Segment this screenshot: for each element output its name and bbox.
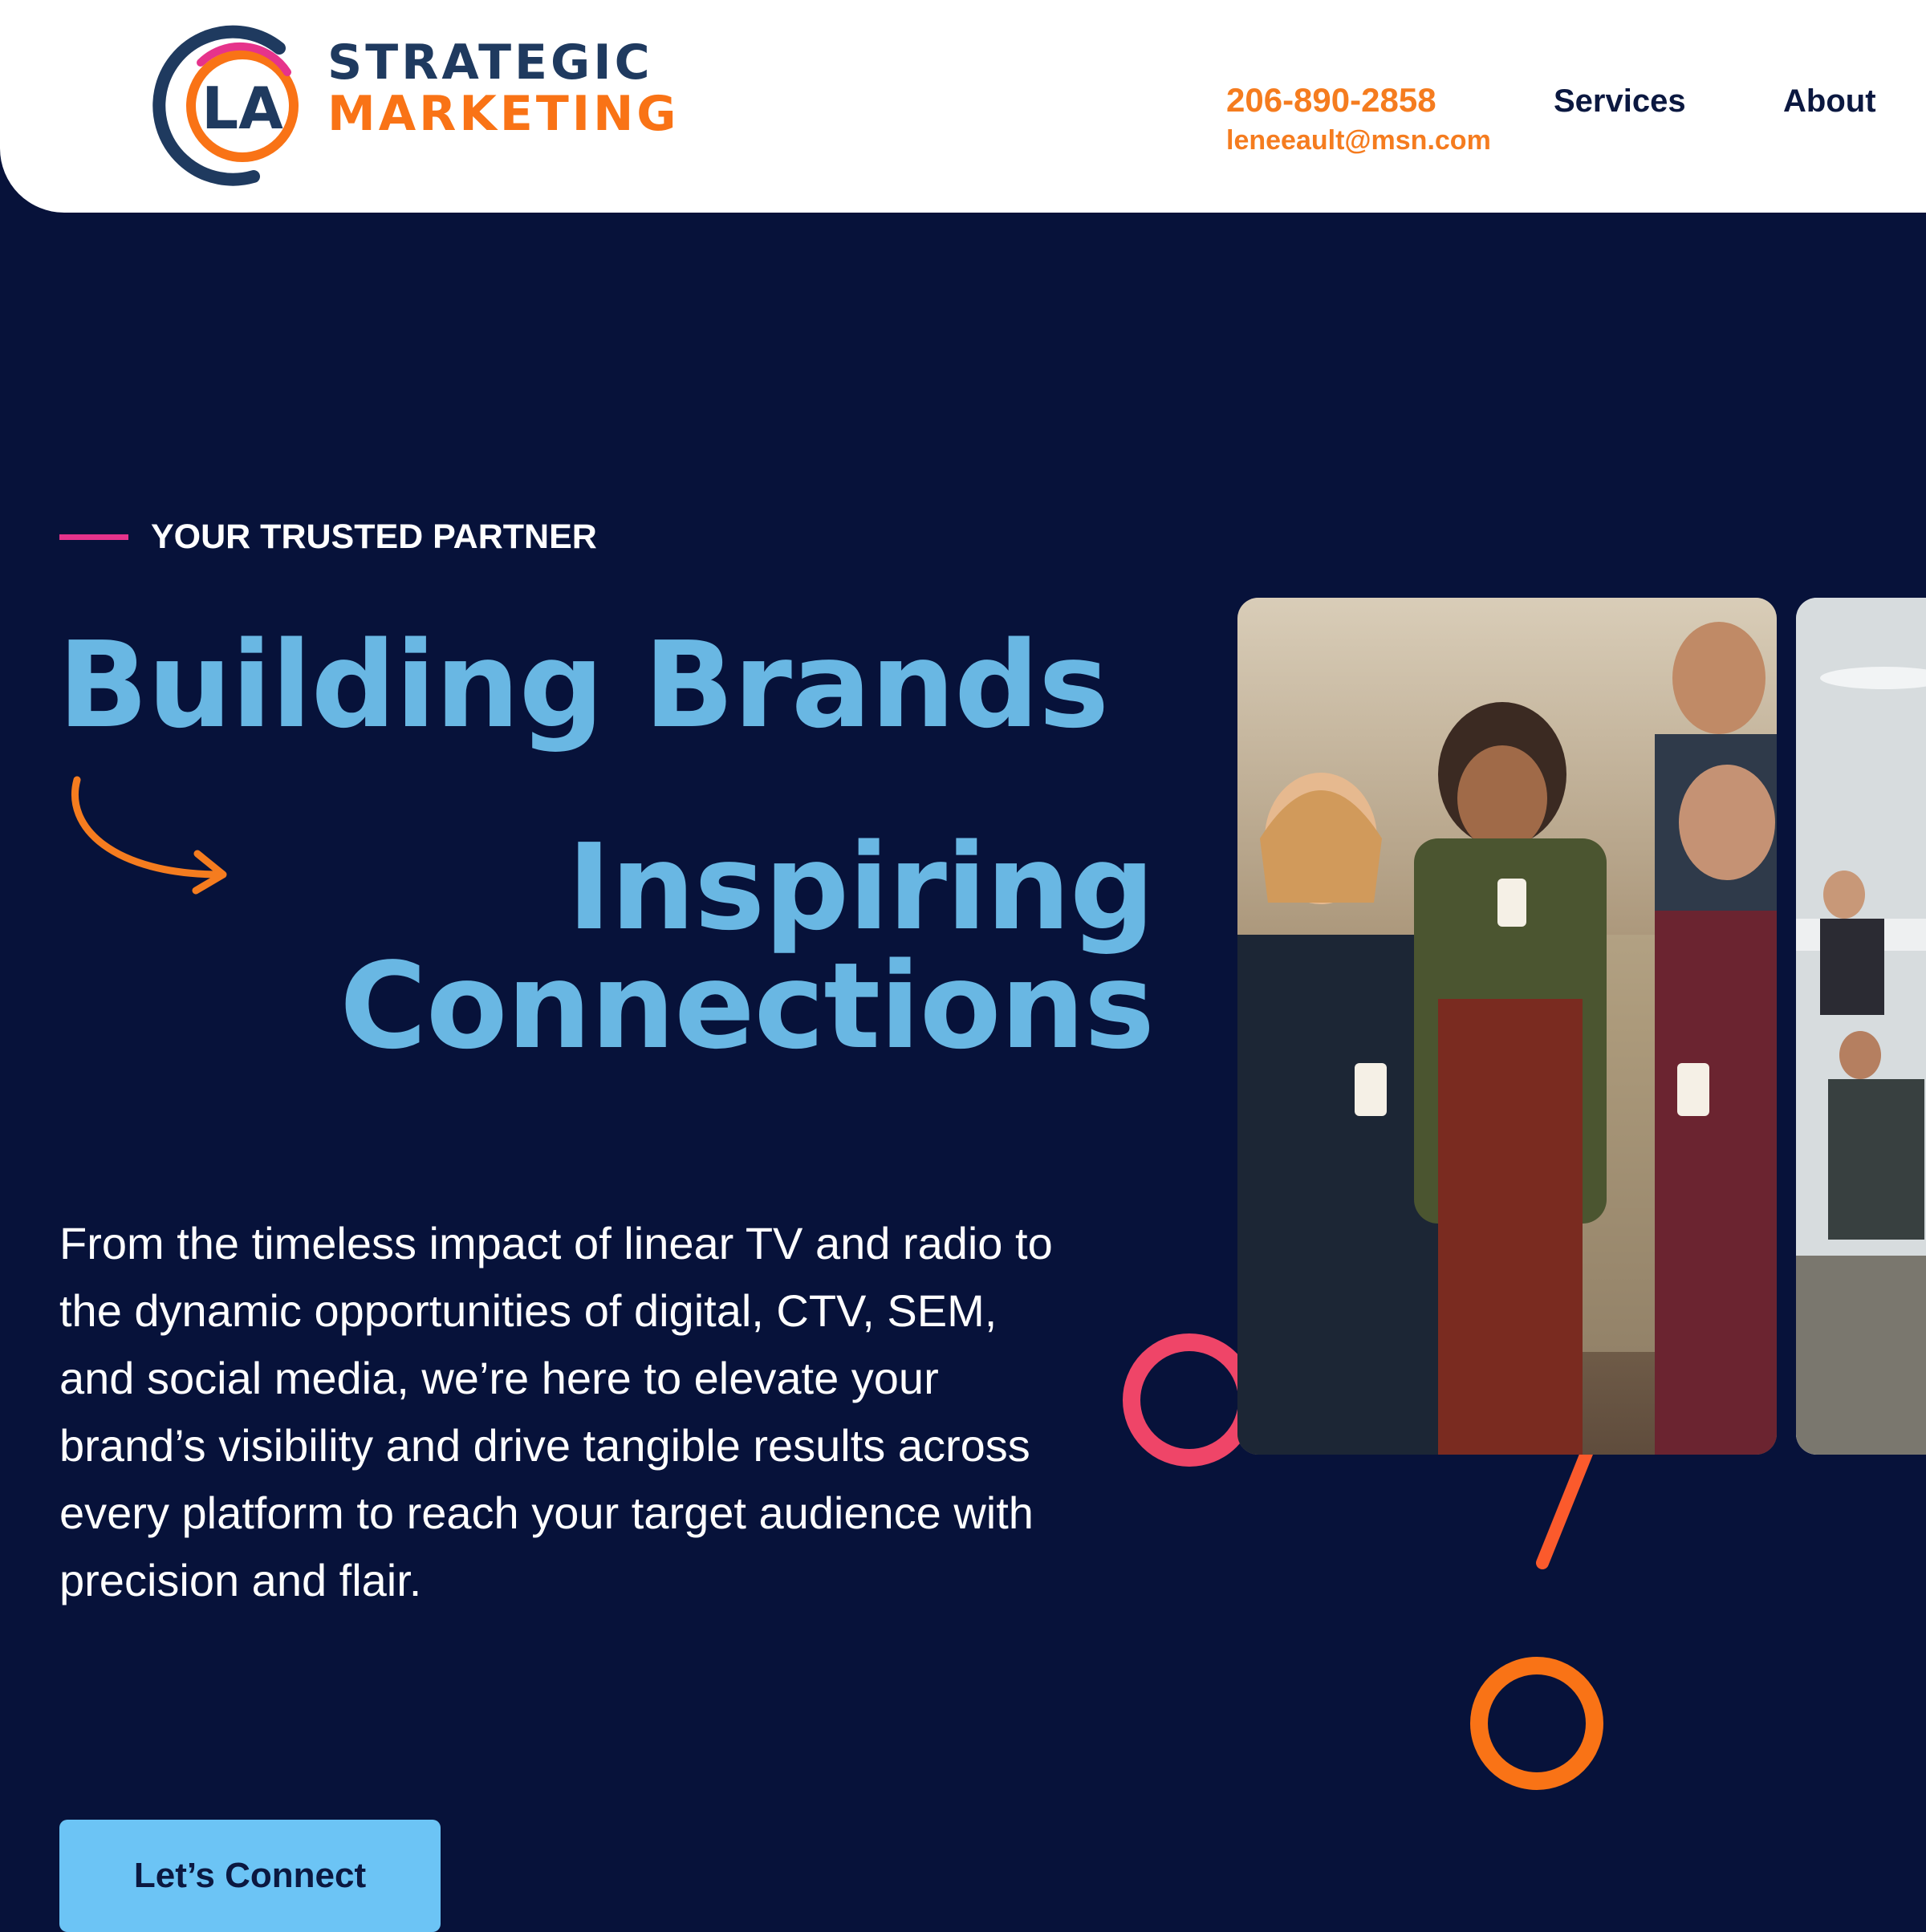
svg-text:LA: LA [201, 75, 283, 142]
brand-line-1: STRATEGIC [327, 34, 653, 91]
la-logo-icon[interactable]: LA [152, 16, 313, 193]
team-photo-main [1237, 598, 1777, 1455]
contact-info: 206-890-2858 leneeault@msn.com [1226, 81, 1491, 156]
eyebrow-text: YOUR TRUSTED PARTNER [151, 518, 597, 556]
nav-services[interactable]: Services [1554, 83, 1686, 120]
eyebrow-accent-bar [59, 534, 128, 540]
headline-line-3: Connections [339, 937, 1155, 1075]
team-photo-secondary [1796, 598, 1926, 1455]
brand-line-2: MARKETING [327, 86, 680, 142]
email-link[interactable]: leneeault@msn.com [1226, 125, 1491, 156]
eyebrow: YOUR TRUSTED PARTNER [59, 518, 597, 557]
lets-connect-button[interactable]: Let’s Connect [59, 1820, 441, 1932]
headline-line-2: Inspiring [567, 818, 1155, 956]
hero-body-text: From the timeless impact of linear TV an… [59, 1218, 1053, 1605]
curved-arrow-icon [71, 776, 227, 895]
brand-wordmark: STRATEGIC MARKETING [327, 39, 680, 138]
nav-about[interactable]: About [1783, 83, 1876, 120]
site-header: LA STRATEGIC MARKETING 206-890-2858 lene… [0, 0, 1926, 213]
headline-line-1: Building Brands [58, 616, 1109, 754]
phone-link[interactable]: 206-890-2858 [1226, 81, 1491, 119]
